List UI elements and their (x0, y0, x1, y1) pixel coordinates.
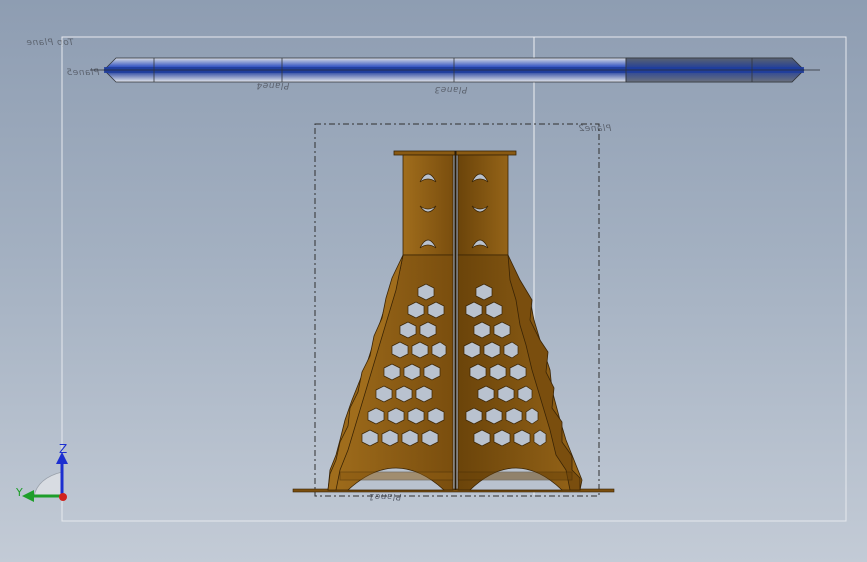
z-axis-label: Z (59, 442, 68, 456)
view-triad[interactable] (18, 440, 78, 510)
beam-part (90, 57, 820, 83)
graphics-viewport[interactable]: Top Plane Plane5 Plane4 Plane3 Plane2 Pl… (0, 0, 867, 562)
model-canvas (61, 36, 847, 522)
y-axis-label: Y (16, 486, 23, 499)
top-plane-outline (61, 36, 847, 522)
